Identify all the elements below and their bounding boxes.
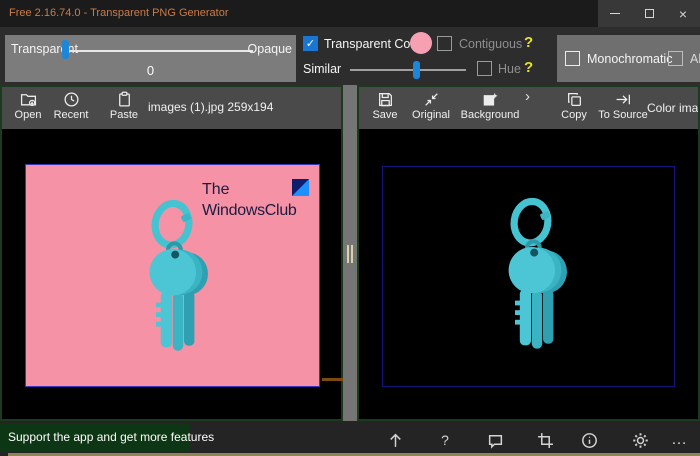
save-button[interactable]: Save — [362, 91, 408, 121]
copy-button[interactable]: Copy — [551, 91, 597, 121]
to-source-label: To Source — [595, 109, 651, 121]
all-label: Al — [690, 52, 700, 66]
result-image[interactable] — [382, 166, 675, 387]
background-label: Background — [459, 109, 521, 121]
close-icon: × — [679, 7, 687, 21]
keys-image — [136, 197, 216, 365]
copy-label: Copy — [551, 109, 597, 121]
copy-icon — [566, 91, 583, 108]
source-image[interactable]: The WindowsClub — [25, 164, 320, 387]
open-label: Open — [5, 109, 51, 121]
folder-open-icon — [20, 91, 37, 108]
crop-icon — [537, 432, 554, 449]
minimize-button[interactable] — [598, 0, 632, 27]
to-source-button[interactable]: To Source — [595, 91, 651, 121]
title-bar: Free 2.16.74.0 - Transparent PNG Generat… — [0, 0, 700, 27]
maximize-button[interactable] — [632, 0, 666, 27]
save-icon — [377, 91, 394, 108]
recent-button[interactable]: Recent — [48, 91, 94, 121]
paste-button[interactable]: Paste — [101, 91, 147, 121]
window-title: Free 2.16.74.0 - Transparent PNG Generat… — [9, 7, 229, 19]
opaque-label: Opaque — [248, 42, 292, 56]
info-button[interactable] — [580, 431, 598, 449]
result-toolbar: Save Original Background › Copy To S — [359, 87, 698, 129]
clock-icon — [63, 91, 80, 108]
save-label: Save — [362, 109, 408, 121]
original-button[interactable]: Original — [405, 91, 457, 121]
background-button[interactable]: Background — [459, 91, 521, 121]
top-toolbar: Transparent Opaque 0 ✓ Transparent Color… — [0, 27, 700, 85]
info-icon — [581, 432, 598, 449]
toolbar-overflow-chevron[interactable]: › — [525, 88, 530, 105]
settings-button[interactable] — [631, 431, 649, 449]
result-canvas — [359, 129, 698, 419]
support-banner[interactable]: Support the app and get more features — [0, 423, 190, 452]
picked-color-swatch[interactable] — [410, 32, 432, 54]
maximize-icon — [645, 9, 654, 18]
opacity-value: 0 — [5, 63, 296, 78]
close-button[interactable]: × — [666, 0, 700, 27]
contiguous-checkbox[interactable] — [437, 36, 452, 51]
monochromatic-section: Monochromatic Al — [557, 35, 700, 82]
all-checkbox[interactable] — [668, 51, 683, 66]
watermark-line2: WindowsClub — [202, 202, 297, 220]
splitter-grip-icon — [351, 245, 353, 263]
recent-label: Recent — [48, 109, 94, 121]
open-button[interactable]: Open — [5, 91, 51, 121]
collapse-arrows-icon — [423, 91, 440, 108]
keys-image-transparent — [495, 195, 575, 363]
filename-text: images (1).jpg 259x194 — [148, 100, 273, 114]
main-area: Open Recent Paste images (1).jpg 259x194… — [0, 85, 700, 421]
watermark-line1: The — [202, 181, 230, 199]
source-toolbar: Open Recent Paste images (1).jpg 259x194 — [2, 87, 341, 129]
help-button[interactable]: ? — [436, 431, 454, 449]
gear-icon — [632, 432, 649, 449]
similar-slider-thumb[interactable] — [413, 61, 420, 79]
app-window: Free 2.16.74.0 - Transparent PNG Generat… — [0, 0, 700, 456]
color-image-label: Color image — [647, 101, 700, 115]
hue-label: Hue — [498, 62, 521, 76]
result-panel: Save Original Background › Copy To S — [357, 85, 700, 421]
help-icon-color[interactable]: ? — [524, 34, 533, 51]
source-canvas: The WindowsClub — [2, 129, 341, 419]
opacity-slider-thumb[interactable] — [62, 40, 69, 59]
windowsclub-logo-icon — [292, 179, 309, 196]
transparent-color-checkbox[interactable]: ✓ — [303, 36, 318, 51]
opacity-slider-track[interactable] — [65, 50, 253, 52]
panel-splitter[interactable] — [343, 85, 357, 421]
help-icon-similar[interactable]: ? — [524, 59, 533, 76]
selection-marker-left — [322, 378, 343, 381]
background-icon — [482, 91, 499, 108]
arrow-to-bar-icon — [615, 91, 632, 108]
paste-label: Paste — [101, 109, 147, 121]
speech-bubble-icon — [487, 432, 504, 449]
monochromatic-checkbox[interactable] — [565, 51, 580, 66]
hue-checkbox[interactable] — [477, 61, 492, 76]
monochromatic-label: Monochromatic — [587, 52, 672, 66]
splitter-grip-icon — [347, 245, 349, 263]
original-label: Original — [405, 109, 457, 121]
more-button[interactable]: … — [670, 431, 688, 449]
minimize-icon — [610, 13, 620, 14]
source-panel: Open Recent Paste images (1).jpg 259x194… — [0, 85, 343, 421]
window-controls: × — [598, 0, 700, 27]
similar-label: Similar — [303, 62, 341, 76]
upload-button[interactable] — [386, 431, 404, 449]
feedback-button[interactable] — [486, 431, 504, 449]
contiguous-label: Contiguous — [459, 37, 522, 51]
clipboard-icon — [116, 91, 133, 108]
arrow-up-icon — [387, 432, 404, 449]
similar-slider-track[interactable] — [350, 69, 466, 71]
crop-button[interactable] — [536, 431, 554, 449]
bottom-bar: Support the app and get more features ? … — [0, 421, 700, 456]
opacity-section: Transparent Opaque 0 — [5, 35, 296, 82]
